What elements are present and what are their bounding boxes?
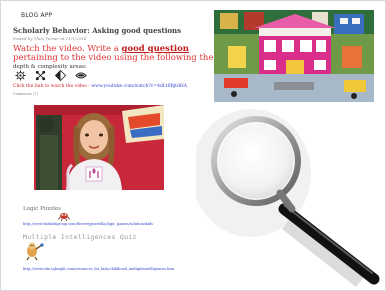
comments-link[interactable]: Comments (7) <box>13 92 38 96</box>
lego-scene-photo <box>214 10 374 102</box>
blog-post-collage: BLOG APP Scholarly Behavior: Asking good… <box>0 0 386 291</box>
patterns-icon <box>35 70 46 81</box>
depth-complexity-icons <box>15 70 87 81</box>
video-link-line: Click the link to watch the video - www.… <box>13 84 187 89</box>
logic-puzzles-url[interactable]: http://www.thekidsgroup.com/theveryguerr… <box>23 222 153 226</box>
details-icon <box>15 70 26 81</box>
language-icon <box>75 70 87 81</box>
cartoon-character-icon <box>23 241 45 265</box>
post-title[interactable]: Scholarly Behavior: Asking good question… <box>13 26 181 35</box>
multiple-intelligences-quiz-title[interactable]: Multiple Intelligences Quiz <box>23 233 137 241</box>
quiz-url[interactable]: http://www.edu.iqbright.com/resources_fo… <box>23 267 174 271</box>
video-link-prefix: Click the link to watch the video - <box>13 84 92 89</box>
post-instruction: Watch the video. Write a good question p… <box>13 45 218 63</box>
video-link[interactable]: www.youtube.com/watch?v=4dLt0BjtdHA <box>91 84 187 89</box>
logic-puzzles-label[interactable]: Logic Puzzles <box>23 206 61 212</box>
instruction-suffix: pertaining to the video using the follow… <box>13 53 214 63</box>
app-name: BLOG APP <box>21 12 53 19</box>
magnifying-glass-icon <box>196 109 380 287</box>
video-thumbnail[interactable] <box>34 105 164 190</box>
ethics-icon <box>55 70 66 81</box>
post-byline: Posted by Thea Turner at 11/1/2014 <box>13 36 87 41</box>
